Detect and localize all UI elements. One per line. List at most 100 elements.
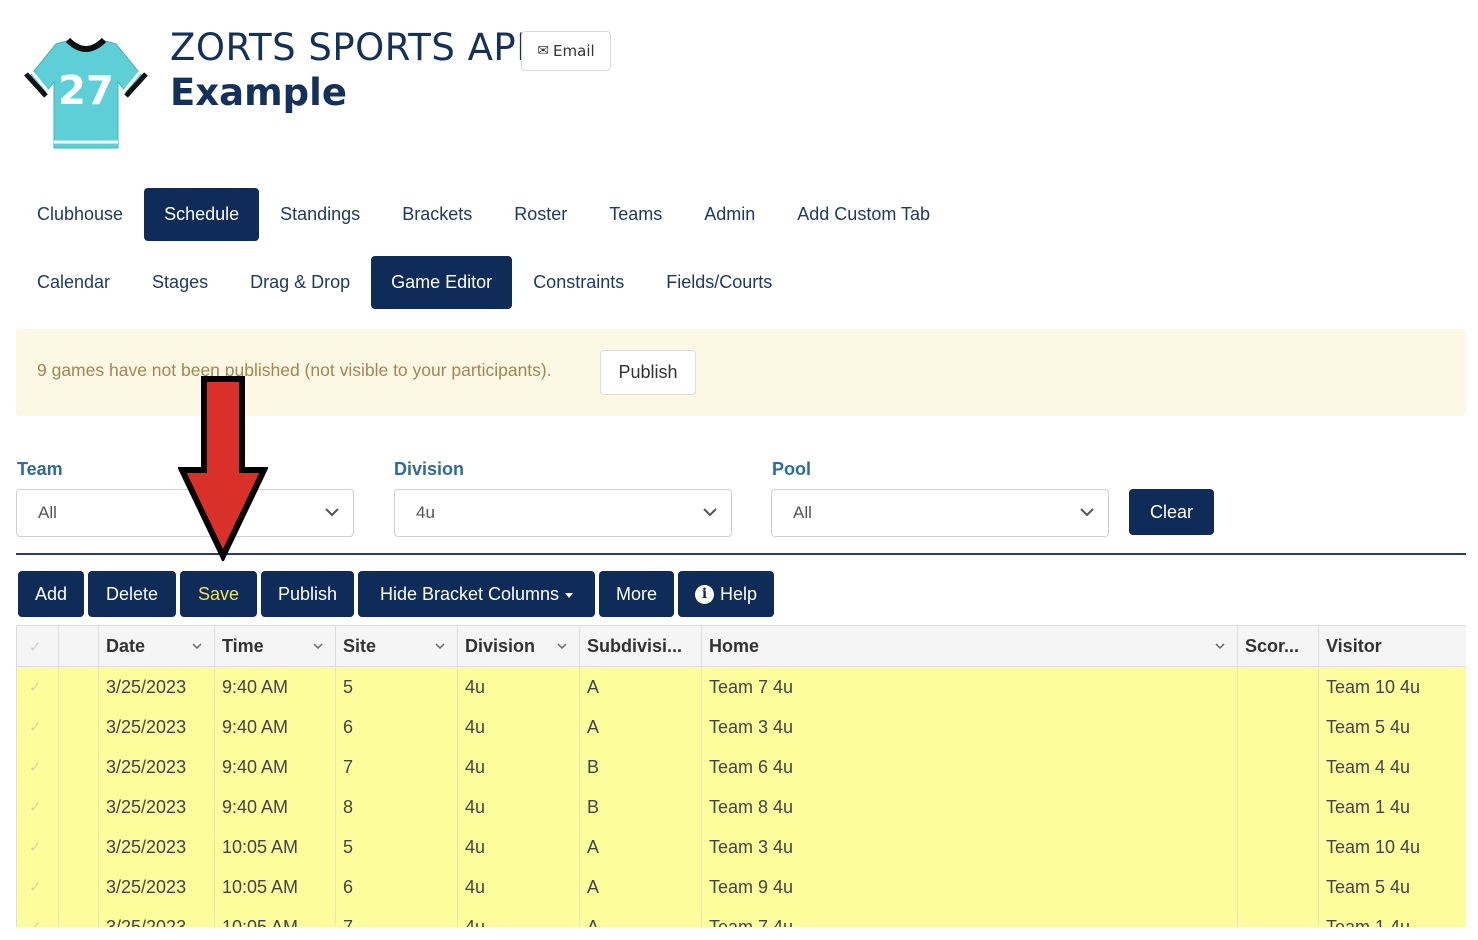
header-division[interactable]: Division	[458, 626, 580, 667]
cell-site[interactable]: 5	[336, 827, 458, 867]
header-home[interactable]: Home	[702, 626, 1238, 667]
cell-date[interactable]: 3/25/2023	[99, 907, 215, 927]
row-checkbox[interactable]: ✓	[17, 707, 59, 747]
publish-button[interactable]: Publish	[261, 571, 354, 617]
cell-division[interactable]: 4u	[458, 867, 580, 907]
cell-date[interactable]: 3/25/2023	[99, 667, 215, 707]
cell-score[interactable]	[1238, 787, 1319, 827]
cell-home[interactable]: Team 7 4u	[702, 907, 1238, 927]
row-checkbox[interactable]: ✓	[17, 867, 59, 907]
header-date[interactable]: Date	[99, 626, 215, 667]
header-time[interactable]: Time	[215, 626, 336, 667]
cell-date[interactable]: 3/25/2023	[99, 867, 215, 907]
cell-division[interactable]: 4u	[458, 667, 580, 707]
tab-roster[interactable]: Roster	[493, 188, 588, 241]
cell-subdivision[interactable]: A	[580, 667, 702, 707]
cell-home[interactable]: Team 3 4u	[702, 827, 1238, 867]
cell-subdivision[interactable]: A	[580, 707, 702, 747]
chevron-down-icon[interactable]	[555, 639, 569, 653]
cell-division[interactable]: 4u	[458, 827, 580, 867]
cell-home[interactable]: Team 6 4u	[702, 747, 1238, 787]
tab-clubhouse[interactable]: Clubhouse	[20, 188, 144, 241]
division-select[interactable]: 4u	[394, 489, 732, 537]
row-handle[interactable]	[59, 907, 99, 927]
table-row[interactable]: ✓ 3/25/2023 9:40 AM 7 4u B Team 6 4u Team 4 4u	[17, 747, 1466, 787]
row-handle[interactable]	[59, 667, 99, 707]
save-button[interactable]: Save	[180, 571, 257, 617]
cell-score[interactable]	[1238, 907, 1319, 927]
chevron-down-icon[interactable]	[1213, 639, 1227, 653]
more-button[interactable]: More	[599, 571, 674, 617]
cell-subdivision[interactable]: A	[580, 827, 702, 867]
cell-visitor[interactable]: Team 5 4u	[1319, 867, 1466, 907]
row-handle[interactable]	[59, 747, 99, 787]
email-button[interactable]: ✉ Email	[521, 31, 611, 71]
header-visitor[interactable]: Visitor	[1319, 626, 1466, 667]
row-checkbox[interactable]: ✓	[17, 667, 59, 707]
row-handle[interactable]	[59, 867, 99, 907]
table-row[interactable]: ✓ 3/25/2023 10:05 AM 5 4u A Team 3 4u Team 10 4…	[17, 827, 1466, 867]
row-handle[interactable]	[59, 827, 99, 867]
cell-home[interactable]: Team 3 4u	[702, 707, 1238, 747]
table-row[interactable]: ✓ 3/25/2023 9:40 AM 6 4u A Team 3 4u Team 5 4u	[17, 707, 1466, 747]
table-row[interactable]: ✓ 3/25/2023 9:40 AM 5 4u A Team 7 4u Team 10 4u	[17, 667, 1466, 707]
cell-site[interactable]: 5	[336, 667, 458, 707]
cell-time[interactable]: 9:40 AM	[215, 667, 336, 707]
cell-date[interactable]: 3/25/2023	[99, 827, 215, 867]
cell-date[interactable]: 3/25/2023	[99, 787, 215, 827]
cell-date[interactable]: 3/25/2023	[99, 707, 215, 747]
clear-filters-button[interactable]: Clear	[1129, 489, 1214, 535]
cell-subdivision[interactable]: B	[580, 747, 702, 787]
cell-score[interactable]	[1238, 667, 1319, 707]
subtab-fields-courts[interactable]: Fields/Courts	[645, 256, 793, 309]
cell-division[interactable]: 4u	[458, 907, 580, 927]
cell-time[interactable]: 10:05 AM	[215, 907, 336, 927]
cell-visitor[interactable]: Team 1 4u	[1319, 787, 1466, 827]
cell-subdivision[interactable]: B	[580, 787, 702, 827]
header-score[interactable]: Scor...	[1238, 626, 1319, 667]
cell-visitor[interactable]: Team 10 4u	[1319, 667, 1466, 707]
cell-site[interactable]: 7	[336, 907, 458, 927]
row-checkbox[interactable]: ✓	[17, 827, 59, 867]
subtab-stages[interactable]: Stages	[131, 256, 229, 309]
row-checkbox[interactable]: ✓	[17, 907, 59, 927]
cell-site[interactable]: 6	[336, 867, 458, 907]
header-subdivision[interactable]: Subdivisi...	[580, 626, 702, 667]
cell-time[interactable]: 9:40 AM	[215, 787, 336, 827]
cell-subdivision[interactable]: A	[580, 907, 702, 927]
add-button[interactable]: Add	[18, 571, 84, 617]
pool-select[interactable]: All	[771, 489, 1109, 537]
table-row[interactable]: ✓ 3/25/202310:05 AM74uATeam 7 4u Team 1 4u	[17, 907, 1466, 927]
select-all-checkbox[interactable]: ✓	[17, 626, 59, 667]
tab-admin[interactable]: Admin	[683, 188, 776, 241]
cell-division[interactable]: 4u	[458, 747, 580, 787]
subtab-game-editor[interactable]: Game Editor	[371, 256, 513, 309]
cell-home[interactable]: Team 8 4u	[702, 787, 1238, 827]
tab-brackets[interactable]: Brackets	[381, 188, 493, 241]
help-button[interactable]: i Help	[678, 571, 774, 617]
cell-subdivision[interactable]: A	[580, 867, 702, 907]
chevron-down-icon[interactable]	[190, 639, 204, 653]
cell-time[interactable]: 10:05 AM	[215, 867, 336, 907]
tab-standings[interactable]: Standings	[259, 188, 381, 241]
cell-home[interactable]: Team 7 4u	[702, 667, 1238, 707]
row-checkbox[interactable]: ✓	[17, 787, 59, 827]
alert-publish-button[interactable]: Publish	[600, 350, 696, 395]
cell-score[interactable]	[1238, 827, 1319, 867]
cell-site[interactable]: 6	[336, 707, 458, 747]
chevron-down-icon[interactable]	[311, 639, 325, 653]
header-site[interactable]: Site	[336, 626, 458, 667]
row-handle[interactable]	[59, 787, 99, 827]
cell-visitor[interactable]: Team 10 4u	[1319, 827, 1466, 867]
hide-bracket-columns-button[interactable]: Hide Bracket Columns	[358, 571, 595, 617]
row-handle[interactable]	[59, 707, 99, 747]
subtab-calendar[interactable]: Calendar	[20, 256, 131, 309]
cell-site[interactable]: 8	[336, 787, 458, 827]
chevron-down-icon[interactable]	[433, 639, 447, 653]
cell-time[interactable]: 10:05 AM	[215, 827, 336, 867]
table-row[interactable]: ✓ 3/25/2023 9:40 AM 8 4u B Team 8 4u Team 1 4u	[17, 787, 1466, 827]
delete-button[interactable]: Delete	[88, 571, 176, 617]
cell-score[interactable]	[1238, 747, 1319, 787]
tab-add-custom[interactable]: Add Custom Tab	[776, 188, 951, 241]
cell-score[interactable]	[1238, 867, 1319, 907]
